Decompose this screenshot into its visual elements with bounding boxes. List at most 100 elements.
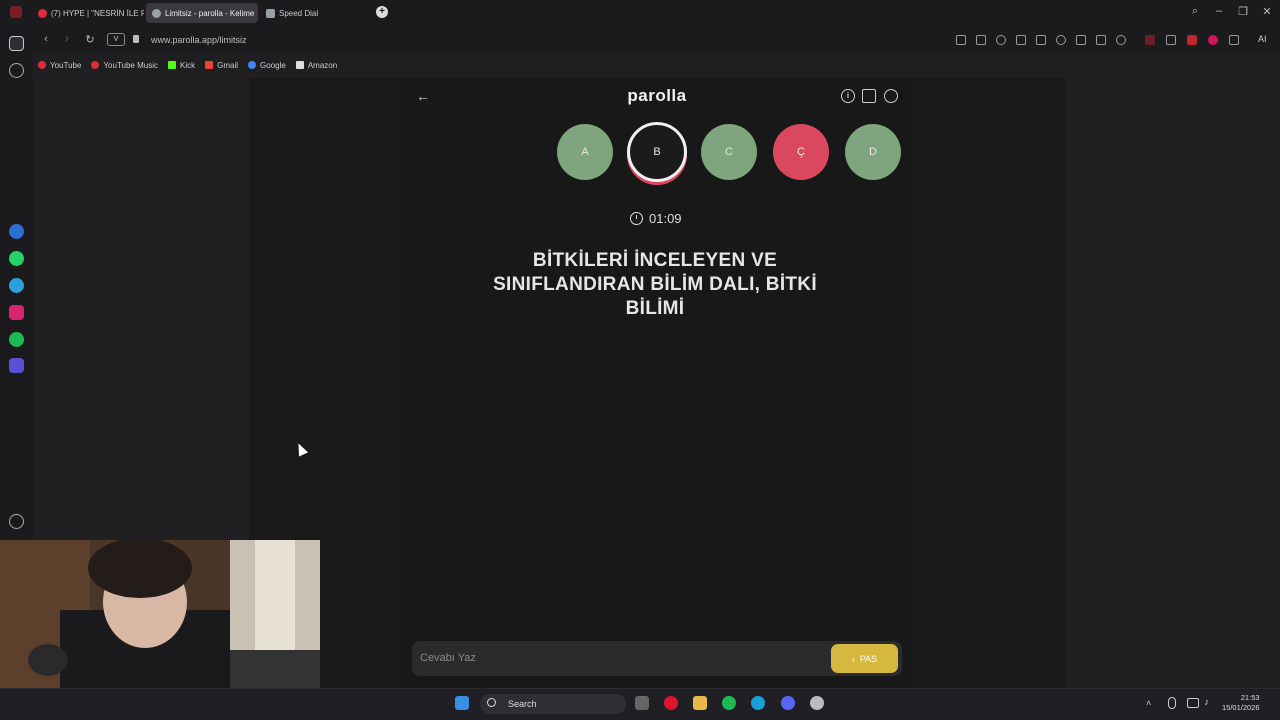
extension-icon[interactable] [1016,35,1026,45]
bookmark-youtube-music[interactable]: YouTube Music [91,57,158,73]
bookmark-amazon[interactable]: Amazon [295,57,338,73]
youtube-favicon-icon [38,8,47,18]
opera-gx-icon[interactable] [664,696,678,710]
clock-date: 15/01/2026 [1222,703,1260,712]
bookmark-label: Gmail [217,60,239,70]
google-icon [248,61,257,69]
taskbar-search[interactable]: Search [480,694,626,714]
reload-icon[interactable]: ↻ [83,33,97,46]
tab-label: Limitsiz - parolla - Kelime [165,8,255,18]
extension-cat-icon[interactable] [1166,35,1176,45]
vpn-badge[interactable]: V [107,33,125,46]
search-tabs-icon[interactable]: ⌕ [1187,5,1203,18]
back-icon[interactable]: ‹ [39,33,53,45]
star-icon[interactable] [9,63,24,78]
spotify-taskbar-icon[interactable] [722,696,736,710]
stats-icon[interactable] [862,89,876,103]
instagram-icon[interactable] [9,305,24,320]
address-bar[interactable]: www.parolla.app/limitsiz [151,35,247,45]
minimize-icon[interactable]: – [1211,5,1227,17]
search-icon [487,698,496,707]
messenger-icon[interactable] [9,224,24,239]
extension-red-icon[interactable] [1145,35,1155,45]
letter-circle-b-current: B [627,122,687,182]
shield-icon[interactable] [996,35,1006,45]
home-icon[interactable] [9,36,24,51]
youtube-icon [38,61,46,69]
ai-button[interactable]: AI [1258,34,1267,44]
lock-icon [133,35,139,43]
chevron-up-icon[interactable]: ˄ [1146,698,1151,708]
letter-circle-c: C [701,124,757,180]
bookmarks-bar: YouTube YouTube Music Kick Gmail Google … [38,57,337,73]
system-clock[interactable]: 21:53 15/01/2026 [1222,693,1260,713]
windows-start-icon[interactable] [455,696,469,710]
letter-circle-c-cedilla: Ç [773,124,829,180]
settings-icon[interactable] [810,696,824,710]
tab-youtube[interactable]: (7) HYPE | "NESRİN İLE PA [32,3,144,23]
bookmark-label: Amazon [307,60,338,70]
restore-icon[interactable]: ❐ [1235,5,1251,18]
parolla-favicon-icon [152,8,161,18]
file-explorer-icon[interactable] [693,696,707,710]
bookmark-label: YouTube [50,60,82,70]
player-icon[interactable] [9,358,24,373]
taskbar-search-label: Search [508,699,537,709]
extension-cube-icon[interactable] [1229,35,1239,45]
edit-icon[interactable] [956,35,966,45]
heart-icon[interactable] [1056,35,1066,45]
bookmark-google[interactable]: Google [248,57,286,73]
telegram-icon[interactable] [9,278,24,293]
heart-icon[interactable] [9,514,24,529]
whatsapp-icon[interactable] [9,251,24,266]
extension-ublock-icon[interactable] [1208,35,1218,45]
answer-input[interactable] [420,648,820,668]
webcam-overlay [0,540,320,690]
bookmark-kick[interactable]: Kick [168,57,195,73]
discord-icon[interactable] [781,696,795,710]
microphone-icon[interactable] [1168,697,1176,709]
info-icon[interactable]: i [841,89,855,103]
kick-icon [168,61,176,69]
parolla-logo[interactable]: parolla [600,86,714,106]
profile-icon[interactable] [1116,35,1126,45]
amazon-icon [295,61,304,69]
camera-icon[interactable] [976,35,986,45]
account-icon[interactable] [884,89,898,103]
timer-value: 01:09 [649,211,682,226]
pass-button[interactable]: › PAS [831,644,898,673]
tab-parolla[interactable]: Limitsiz - parolla - Kelime [146,3,258,23]
volume-icon[interactable]: ♪ [1204,697,1209,708]
timer: 01:09 [630,211,682,226]
bookmark-label: Google [260,60,286,70]
letter-circle-a: A [557,124,613,180]
extension-flag-icon[interactable] [1187,35,1197,45]
bookmark-youtube[interactable]: YouTube [38,57,81,73]
close-icon[interactable]: ✕ [1259,5,1275,18]
pass-label: PAS [859,653,878,664]
tab-label: (7) HYPE | "NESRİN İLE PA [51,8,144,18]
letter-circle-d: D [845,124,901,180]
back-arrow-icon[interactable]: ← [416,88,430,104]
bookmark-gmail[interactable]: Gmail [205,57,238,73]
gmail-icon [205,61,214,69]
forward-icon[interactable]: › [60,33,74,45]
opera-logo-icon[interactable] [10,6,22,18]
task-view-icon[interactable] [635,696,649,710]
tab-label: Speed Dial [279,8,319,18]
spotify-icon[interactable] [9,332,24,347]
clock-icon [630,212,643,225]
tab-speed-dial[interactable]: Speed Dial [260,3,370,23]
network-icon[interactable] [1187,698,1199,708]
play-icon[interactable] [1036,35,1046,45]
question-text: BİTKİLERİ İNCELEYEN VE SINIFLANDIRAN BİL… [493,250,817,319]
menu-icon[interactable] [1096,35,1106,45]
bookmark-label: Kick [180,60,196,70]
grid-icon [266,8,275,18]
download-icon[interactable] [1076,35,1086,45]
edge-icon[interactable] [751,696,765,710]
chevron-right-icon: › [851,653,855,664]
bookmark-label: YouTube Music [103,60,158,70]
new-tab-button[interactable]: + [376,6,388,18]
youtube-music-icon [91,61,100,69]
